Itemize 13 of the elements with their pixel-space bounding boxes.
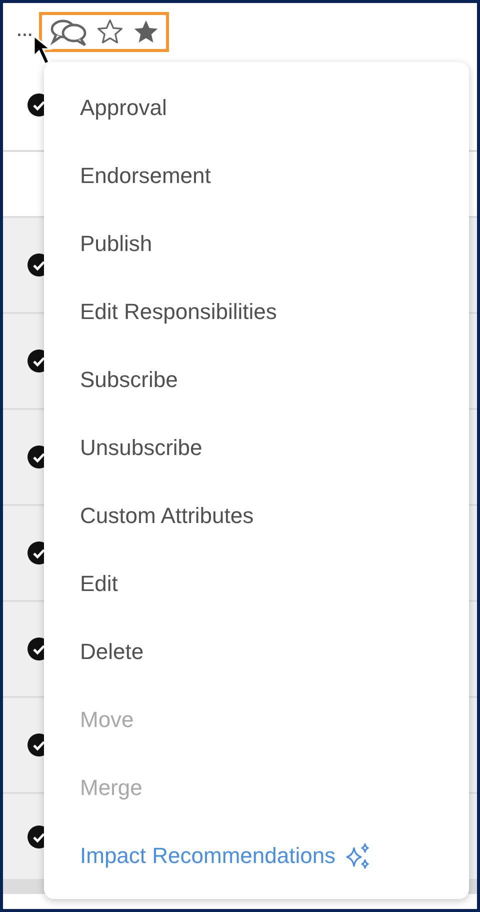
more-options-button[interactable]: ... (17, 24, 34, 40)
sparkle-icon (344, 842, 372, 870)
menu-item[interactable]: Edit (44, 550, 469, 618)
menu-item[interactable]: Publish (44, 210, 469, 278)
menu-item[interactable]: Subscribe (44, 346, 469, 414)
menu-item[interactable]: Delete (44, 618, 469, 686)
menu-item[interactable]: Approval (44, 74, 469, 142)
menu-item[interactable]: Endorsement (44, 142, 469, 210)
menu-item[interactable]: Custom Attributes (44, 482, 469, 550)
star-outline-icon[interactable] (96, 18, 124, 46)
comments-icon[interactable] (50, 18, 88, 46)
menu-item[interactable]: Edit Responsibilities (44, 278, 469, 346)
menu-item[interactable]: Unsubscribe (44, 414, 469, 482)
